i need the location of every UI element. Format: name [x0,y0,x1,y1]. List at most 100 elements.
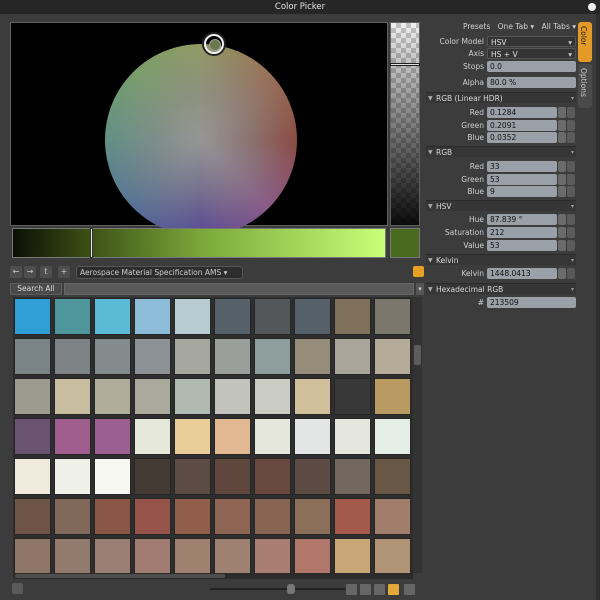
color-swatch[interactable] [294,498,331,535]
horizontal-scroll-thumb[interactable] [15,574,225,578]
keyframe-icon[interactable] [567,174,575,185]
color-swatch[interactable] [334,418,371,455]
color-swatch[interactable] [334,538,371,573]
tab-options[interactable]: Options [578,64,592,108]
section-menu-icon[interactable]: ▾ [571,147,574,158]
back-arrow-icon[interactable]: ← [10,266,22,278]
color-swatch[interactable] [94,338,131,375]
color-swatch[interactable] [374,538,411,573]
color-swatch[interactable] [174,458,211,495]
stepper-icon[interactable] [558,227,566,238]
color-swatch[interactable] [94,538,131,573]
one-tab-link[interactable]: One Tab ▾ [498,22,535,31]
section-hex[interactable]: ▼ Hexadecimal RGB ▾ [426,283,576,294]
color-swatch[interactable] [54,338,91,375]
color-swatch[interactable] [174,378,211,415]
value-slider[interactable] [12,228,386,258]
color-swatch[interactable] [334,378,371,415]
color-swatch[interactable] [214,378,251,415]
add-icon[interactable]: + [58,266,70,278]
section-kelvin[interactable]: ▼ Kelvin ▾ [426,254,576,265]
color-swatch[interactable] [14,298,51,335]
stops-field[interactable]: 0.0 [487,61,576,72]
color-swatch[interactable] [134,458,171,495]
linear-red-field[interactable]: 0.1284 [487,107,557,118]
keyframe-icon[interactable] [567,214,575,225]
value-field[interactable]: 53 [487,240,557,251]
color-swatch[interactable] [374,458,411,495]
color-swatch[interactable] [14,498,51,535]
color-swatch[interactable] [254,498,291,535]
color-swatch[interactable] [94,498,131,535]
all-tabs-link[interactable]: All Tabs ▾ [542,22,576,31]
color-swatch[interactable] [294,418,331,455]
value-handle[interactable] [90,228,93,258]
color-swatch[interactable] [334,498,371,535]
color-swatch[interactable] [214,338,251,375]
zoom-slider[interactable] [210,588,345,590]
forward-arrow-icon[interactable]: → [24,266,36,278]
gear-icon[interactable] [404,584,415,595]
tab-color[interactable]: Color [578,22,592,62]
color-swatch[interactable] [334,298,371,335]
color-swatch[interactable] [254,298,291,335]
zoom-handle[interactable] [287,584,295,594]
stepper-icon[interactable] [558,107,566,118]
rgb-green-field[interactable]: 53 [487,174,557,185]
panel-toggle-icon[interactable] [12,583,23,594]
color-swatch[interactable] [174,338,211,375]
section-menu-icon[interactable]: ▾ [571,284,574,295]
color-swatch[interactable] [214,298,251,335]
small-grid-icon[interactable] [360,584,371,595]
color-swatch[interactable] [254,458,291,495]
keyframe-icon[interactable] [567,161,575,172]
section-rgb[interactable]: ▼ RGB ▾ [426,146,576,157]
preset-library-select[interactable]: Aerospace Material Specification AMS ▾ [76,266,243,279]
stepper-icon[interactable] [558,240,566,251]
hex-field[interactable]: 213509 [487,297,576,308]
section-rgb-linear[interactable]: ▼ RGB (Linear HDR) ▾ [426,92,576,103]
color-swatch[interactable] [374,498,411,535]
color-swatch[interactable] [374,298,411,335]
color-swatch[interactable] [94,378,131,415]
section-hsv[interactable]: ▼ HSV ▾ [426,200,576,211]
search-dropdown-icon[interactable]: ▾ [416,283,424,295]
color-swatch[interactable] [294,338,331,375]
color-swatch[interactable] [294,538,331,573]
stepper-icon[interactable] [558,174,566,185]
color-swatch[interactable] [334,338,371,375]
kelvin-dropdown-icon[interactable] [567,268,575,279]
color-swatch[interactable] [94,298,131,335]
presets-link[interactable]: Presets [463,22,490,31]
search-all-button[interactable]: Search All [10,283,62,295]
color-swatch[interactable] [54,538,91,573]
alpha-handle[interactable] [390,63,420,66]
section-menu-icon[interactable]: ▾ [571,93,574,104]
color-swatch[interactable] [14,338,51,375]
color-swatch[interactable] [54,298,91,335]
color-swatch[interactable] [174,298,211,335]
swatch-view-icon[interactable] [388,584,399,595]
horizontal-scrollbar[interactable] [13,573,413,579]
color-swatch[interactable] [134,498,171,535]
stepper-icon[interactable] [558,120,566,131]
kelvin-field[interactable]: 1448.0413 [487,268,557,279]
color-swatch[interactable] [54,498,91,535]
color-swatch[interactable] [214,498,251,535]
color-swatch[interactable] [254,338,291,375]
keyframe-icon[interactable] [567,107,575,118]
color-swatch[interactable] [294,378,331,415]
color-swatch[interactable] [374,378,411,415]
keyframe-icon[interactable] [567,240,575,251]
color-swatch[interactable] [134,378,171,415]
stepper-icon[interactable] [558,161,566,172]
color-swatch[interactable] [254,538,291,573]
vertical-scrollbar[interactable] [413,297,422,573]
color-swatch[interactable] [214,538,251,573]
color-swatch[interactable] [14,378,51,415]
color-swatch[interactable] [14,538,51,573]
search-input[interactable] [64,283,414,295]
axis-select[interactable]: HS + V [487,48,576,59]
vertical-scroll-thumb[interactable] [414,345,421,365]
color-swatch[interactable] [134,538,171,573]
